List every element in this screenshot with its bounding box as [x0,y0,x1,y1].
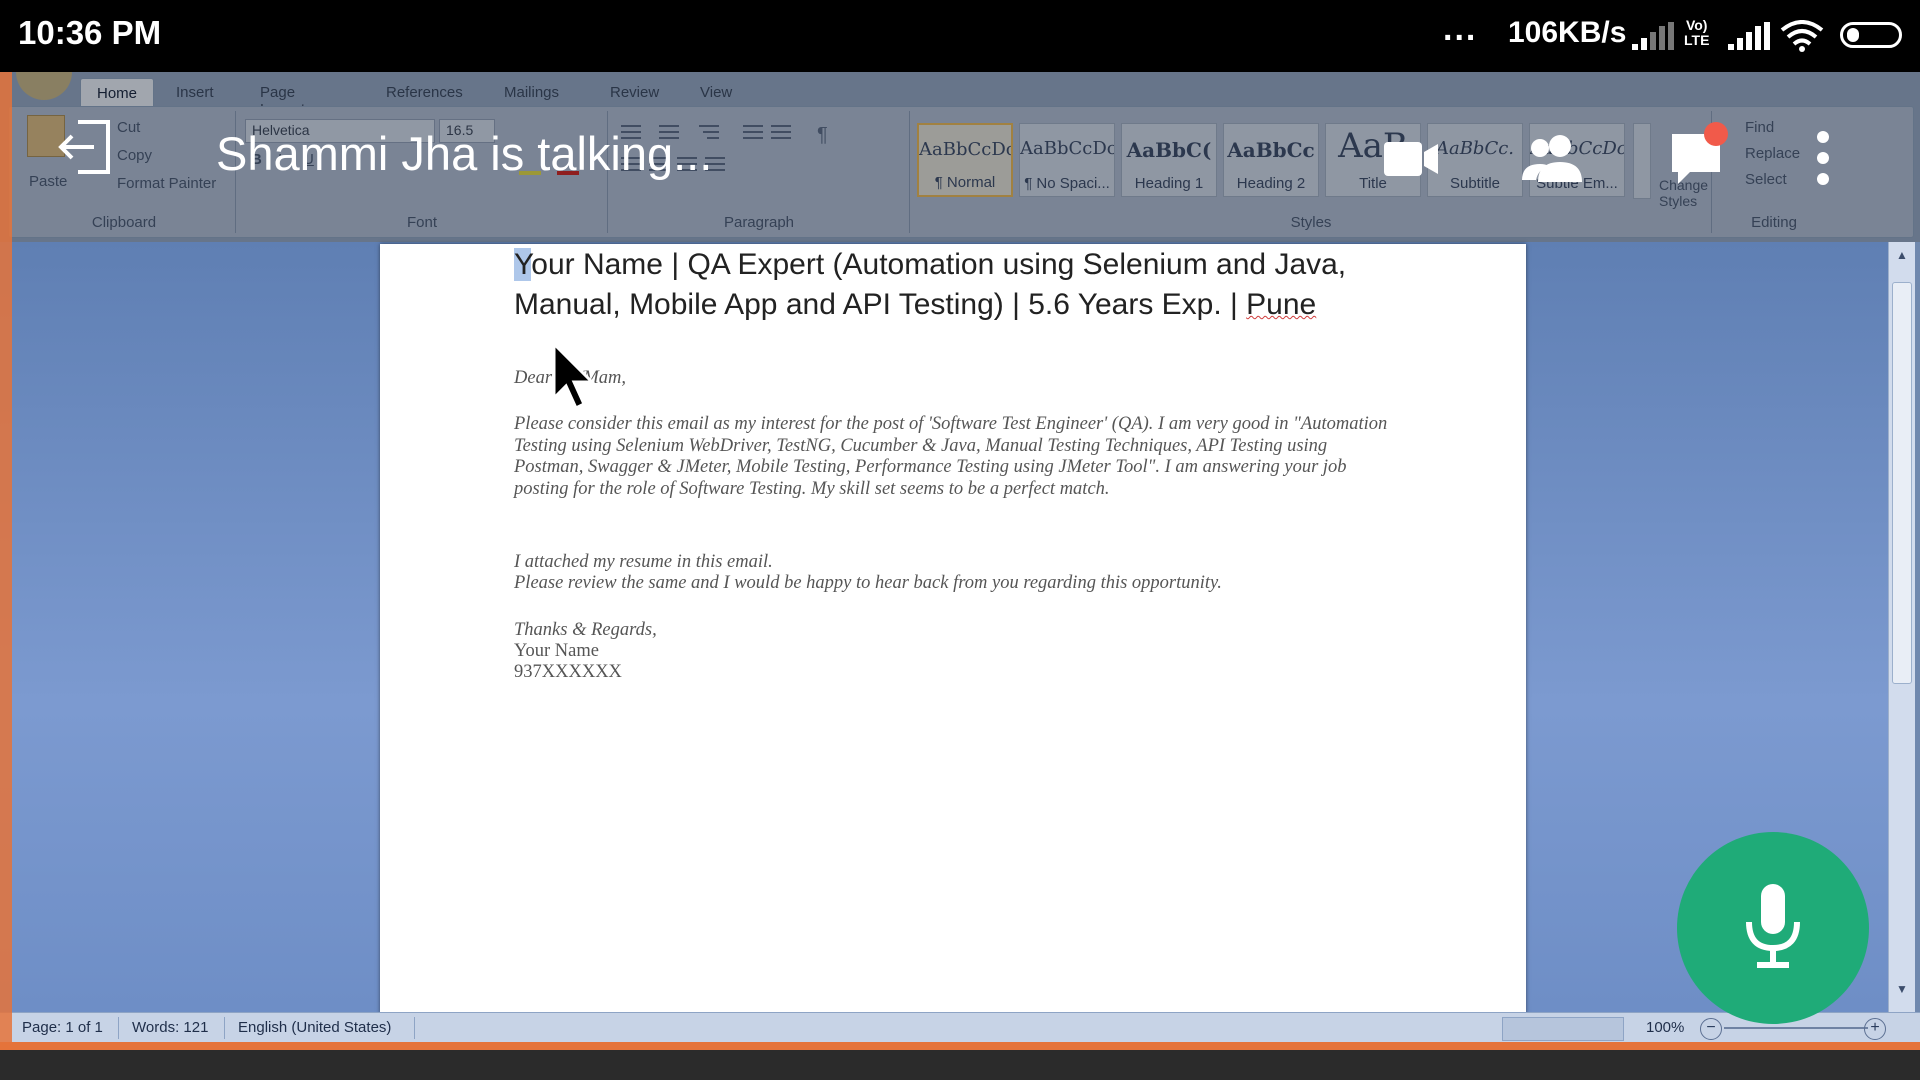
word-count[interactable]: Words: 121 [132,1019,208,1036]
body-paragraph-1: Please consider this email as my interes… [514,414,1388,499]
microphone-button[interactable] [1677,832,1869,1024]
selected-char: Y [514,248,532,281]
microphone-icon [1746,884,1800,968]
view-buttons[interactable] [1502,1017,1624,1041]
battery-icon [1840,22,1902,48]
signature-name: Your Name [514,641,599,661]
screen-share-border-left [0,72,12,1050]
heading-line-1-text: our Name | QA Expert (Automation using S… [531,248,1347,281]
scroll-up-icon[interactable]: ▲ [1893,248,1911,262]
language[interactable]: English (United States) [238,1019,391,1036]
vertical-scrollbar[interactable]: ▲ ▼ [1888,242,1915,1012]
word-status-bar: Page: 1 of 1 Words: 121 English (United … [0,1012,1920,1043]
zoom-level[interactable]: 100% [1646,1019,1684,1036]
word-window: Home Insert Page Layout References Maili… [0,72,1920,1050]
video-call-icon[interactable] [1382,138,1440,180]
call-status-text: Shammi Jha is talking... [216,127,713,180]
wifi-icon [1780,20,1824,52]
scroll-down-icon[interactable]: ▼ [1893,982,1911,996]
zoom-in-icon[interactable]: + [1864,1018,1886,1040]
status-divider [414,1017,415,1039]
heading-line-2-text: Manual, Mobile App and API Testing) | 5.… [514,288,1247,321]
exit-call-icon[interactable] [56,118,114,176]
zoom-slider[interactable] [1724,1027,1868,1029]
scroll-thumb[interactable] [1892,282,1912,684]
android-status-bar: 10:36 PM ... 106KB/s Vo) LTE [0,0,1920,72]
mouse-cursor-icon [552,342,596,411]
more-options-icon[interactable] [1812,128,1834,188]
body-line-attached: I attached my resume in this email. [514,552,773,572]
more-notifications-icon: ... [1443,10,1478,48]
heading-line-2: Manual, Mobile App and API Testing) | 5.… [514,288,1316,322]
document-area: Your Name | QA Expert (Automation using … [0,242,1888,1014]
status-divider [118,1017,119,1039]
body-line-review: Please review the same and I would be ha… [514,573,1222,593]
greeting: Dear Sir/Mam, [514,368,627,388]
closing: Thanks & Regards, [514,620,657,642]
network-speed: 106KB/s [1508,16,1627,49]
signature-phone: 937XXXXXX [514,662,622,682]
screen-share-border-bottom [0,1042,1920,1050]
chat-icon[interactable] [1668,120,1728,186]
signal-strength-icon-2 [1728,22,1770,50]
heading-line-1: Your Name | QA Expert (Automation using … [514,248,1346,282]
clock: 10:36 PM [18,14,162,51]
closing-text: Thanks & Regards, [514,620,657,640]
page-count[interactable]: Page: 1 of 1 [22,1019,103,1036]
volte-icon: Vo) LTE [1684,17,1710,48]
heading-city: Pune [1246,288,1317,321]
signal-strength-icon [1632,22,1674,50]
status-divider [224,1017,225,1039]
zoom-out-icon[interactable]: − [1700,1018,1722,1040]
participants-icon[interactable] [1520,132,1590,184]
